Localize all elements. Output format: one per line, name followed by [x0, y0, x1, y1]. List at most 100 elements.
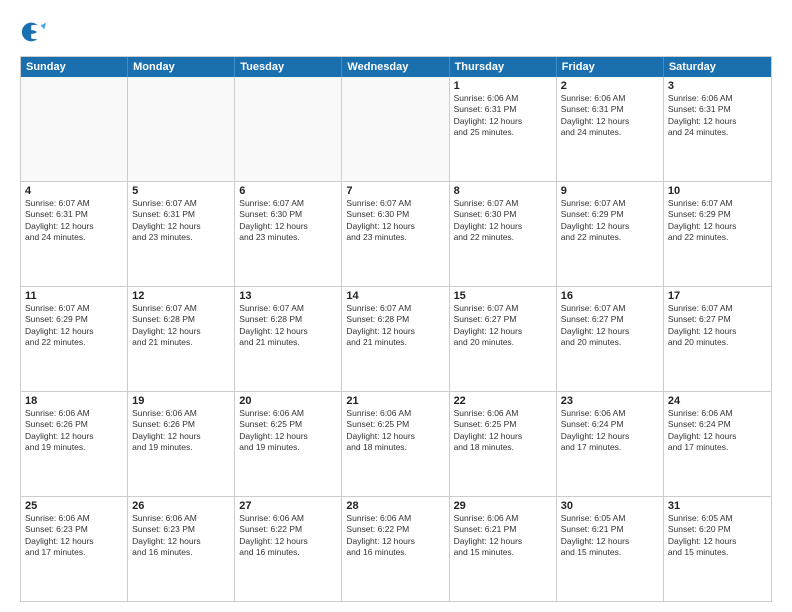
day-info: Sunrise: 6:07 AM Sunset: 6:30 PM Dayligh… — [239, 198, 337, 244]
calendar-row-4: 18Sunrise: 6:06 AM Sunset: 6:26 PM Dayli… — [21, 391, 771, 496]
day-number: 22 — [454, 395, 552, 407]
day-number: 10 — [668, 185, 767, 197]
day-number: 25 — [25, 500, 123, 512]
day-info: Sunrise: 6:06 AM Sunset: 6:25 PM Dayligh… — [454, 408, 552, 454]
calendar-cell-16: 16Sunrise: 6:07 AM Sunset: 6:27 PM Dayli… — [557, 287, 664, 391]
day-info: Sunrise: 6:06 AM Sunset: 6:25 PM Dayligh… — [346, 408, 444, 454]
calendar-cell-3: 3Sunrise: 6:06 AM Sunset: 6:31 PM Daylig… — [664, 77, 771, 181]
day-info: Sunrise: 6:07 AM Sunset: 6:30 PM Dayligh… — [346, 198, 444, 244]
day-info: Sunrise: 6:07 AM Sunset: 6:29 PM Dayligh… — [25, 303, 123, 349]
calendar-cell-30: 30Sunrise: 6:05 AM Sunset: 6:21 PM Dayli… — [557, 497, 664, 601]
calendar-cell-6: 6Sunrise: 6:07 AM Sunset: 6:30 PM Daylig… — [235, 182, 342, 286]
day-info: Sunrise: 6:06 AM Sunset: 6:23 PM Dayligh… — [132, 513, 230, 559]
weekday-header-saturday: Saturday — [664, 57, 771, 77]
page-header — [20, 18, 772, 46]
weekday-header-monday: Monday — [128, 57, 235, 77]
day-info: Sunrise: 6:07 AM Sunset: 6:31 PM Dayligh… — [132, 198, 230, 244]
day-number: 14 — [346, 290, 444, 302]
calendar-cell-14: 14Sunrise: 6:07 AM Sunset: 6:28 PM Dayli… — [342, 287, 449, 391]
calendar-cell-5: 5Sunrise: 6:07 AM Sunset: 6:31 PM Daylig… — [128, 182, 235, 286]
day-info: Sunrise: 6:05 AM Sunset: 6:20 PM Dayligh… — [668, 513, 767, 559]
day-number: 17 — [668, 290, 767, 302]
calendar-cell-1: 1Sunrise: 6:06 AM Sunset: 6:31 PM Daylig… — [450, 77, 557, 181]
day-number: 27 — [239, 500, 337, 512]
calendar-cell-23: 23Sunrise: 6:06 AM Sunset: 6:24 PM Dayli… — [557, 392, 664, 496]
calendar-cell-26: 26Sunrise: 6:06 AM Sunset: 6:23 PM Dayli… — [128, 497, 235, 601]
day-info: Sunrise: 6:06 AM Sunset: 6:23 PM Dayligh… — [25, 513, 123, 559]
calendar-cell-29: 29Sunrise: 6:06 AM Sunset: 6:21 PM Dayli… — [450, 497, 557, 601]
day-number: 15 — [454, 290, 552, 302]
day-info: Sunrise: 6:06 AM Sunset: 6:26 PM Dayligh… — [132, 408, 230, 454]
calendar-cell-15: 15Sunrise: 6:07 AM Sunset: 6:27 PM Dayli… — [450, 287, 557, 391]
day-number: 21 — [346, 395, 444, 407]
day-info: Sunrise: 6:07 AM Sunset: 6:28 PM Dayligh… — [132, 303, 230, 349]
day-info: Sunrise: 6:07 AM Sunset: 6:27 PM Dayligh… — [454, 303, 552, 349]
weekday-header-thursday: Thursday — [450, 57, 557, 77]
day-info: Sunrise: 6:06 AM Sunset: 6:31 PM Dayligh… — [668, 93, 767, 139]
day-number: 28 — [346, 500, 444, 512]
calendar-cell-22: 22Sunrise: 6:06 AM Sunset: 6:25 PM Dayli… — [450, 392, 557, 496]
day-number: 9 — [561, 185, 659, 197]
day-info: Sunrise: 6:06 AM Sunset: 6:22 PM Dayligh… — [239, 513, 337, 559]
day-number: 24 — [668, 395, 767, 407]
calendar-cell-20: 20Sunrise: 6:06 AM Sunset: 6:25 PM Dayli… — [235, 392, 342, 496]
day-number: 30 — [561, 500, 659, 512]
day-info: Sunrise: 6:06 AM Sunset: 6:25 PM Dayligh… — [239, 408, 337, 454]
day-info: Sunrise: 6:06 AM Sunset: 6:24 PM Dayligh… — [561, 408, 659, 454]
day-number: 29 — [454, 500, 552, 512]
calendar-cell-28: 28Sunrise: 6:06 AM Sunset: 6:22 PM Dayli… — [342, 497, 449, 601]
logo-icon — [20, 18, 48, 46]
calendar-cell-27: 27Sunrise: 6:06 AM Sunset: 6:22 PM Dayli… — [235, 497, 342, 601]
day-number: 8 — [454, 185, 552, 197]
day-info: Sunrise: 6:06 AM Sunset: 6:31 PM Dayligh… — [454, 93, 552, 139]
calendar-cell-25: 25Sunrise: 6:06 AM Sunset: 6:23 PM Dayli… — [21, 497, 128, 601]
day-number: 6 — [239, 185, 337, 197]
calendar-cell-31: 31Sunrise: 6:05 AM Sunset: 6:20 PM Dayli… — [664, 497, 771, 601]
calendar-body: 1Sunrise: 6:06 AM Sunset: 6:31 PM Daylig… — [21, 77, 771, 601]
day-number: 3 — [668, 80, 767, 92]
calendar-row-5: 25Sunrise: 6:06 AM Sunset: 6:23 PM Dayli… — [21, 496, 771, 601]
day-info: Sunrise: 6:07 AM Sunset: 6:30 PM Dayligh… — [454, 198, 552, 244]
day-info: Sunrise: 6:06 AM Sunset: 6:26 PM Dayligh… — [25, 408, 123, 454]
day-number: 23 — [561, 395, 659, 407]
calendar-cell-empty — [128, 77, 235, 181]
day-number: 31 — [668, 500, 767, 512]
day-info: Sunrise: 6:06 AM Sunset: 6:22 PM Dayligh… — [346, 513, 444, 559]
day-number: 1 — [454, 80, 552, 92]
day-number: 20 — [239, 395, 337, 407]
calendar-cell-18: 18Sunrise: 6:06 AM Sunset: 6:26 PM Dayli… — [21, 392, 128, 496]
day-number: 19 — [132, 395, 230, 407]
day-info: Sunrise: 6:07 AM Sunset: 6:28 PM Dayligh… — [239, 303, 337, 349]
calendar-cell-empty — [21, 77, 128, 181]
day-info: Sunrise: 6:07 AM Sunset: 6:31 PM Dayligh… — [25, 198, 123, 244]
day-number: 4 — [25, 185, 123, 197]
weekday-header-friday: Friday — [557, 57, 664, 77]
day-number: 13 — [239, 290, 337, 302]
day-info: Sunrise: 6:06 AM Sunset: 6:31 PM Dayligh… — [561, 93, 659, 139]
day-info: Sunrise: 6:05 AM Sunset: 6:21 PM Dayligh… — [561, 513, 659, 559]
day-number: 12 — [132, 290, 230, 302]
logo — [20, 18, 54, 46]
day-number: 5 — [132, 185, 230, 197]
calendar-cell-9: 9Sunrise: 6:07 AM Sunset: 6:29 PM Daylig… — [557, 182, 664, 286]
calendar-cell-21: 21Sunrise: 6:06 AM Sunset: 6:25 PM Dayli… — [342, 392, 449, 496]
calendar-row-1: 1Sunrise: 6:06 AM Sunset: 6:31 PM Daylig… — [21, 77, 771, 181]
calendar-cell-empty — [342, 77, 449, 181]
weekday-header-sunday: Sunday — [21, 57, 128, 77]
day-info: Sunrise: 6:07 AM Sunset: 6:27 PM Dayligh… — [668, 303, 767, 349]
calendar-cell-10: 10Sunrise: 6:07 AM Sunset: 6:29 PM Dayli… — [664, 182, 771, 286]
calendar-cell-4: 4Sunrise: 6:07 AM Sunset: 6:31 PM Daylig… — [21, 182, 128, 286]
calendar-cell-12: 12Sunrise: 6:07 AM Sunset: 6:28 PM Dayli… — [128, 287, 235, 391]
day-number: 26 — [132, 500, 230, 512]
weekday-header-tuesday: Tuesday — [235, 57, 342, 77]
day-info: Sunrise: 6:07 AM Sunset: 6:28 PM Dayligh… — [346, 303, 444, 349]
day-info: Sunrise: 6:07 AM Sunset: 6:29 PM Dayligh… — [561, 198, 659, 244]
calendar-row-3: 11Sunrise: 6:07 AM Sunset: 6:29 PM Dayli… — [21, 286, 771, 391]
day-info: Sunrise: 6:07 AM Sunset: 6:27 PM Dayligh… — [561, 303, 659, 349]
day-number: 7 — [346, 185, 444, 197]
day-number: 18 — [25, 395, 123, 407]
calendar-cell-13: 13Sunrise: 6:07 AM Sunset: 6:28 PM Dayli… — [235, 287, 342, 391]
calendar-header: SundayMondayTuesdayWednesdayThursdayFrid… — [21, 57, 771, 77]
day-info: Sunrise: 6:07 AM Sunset: 6:29 PM Dayligh… — [668, 198, 767, 244]
calendar-cell-11: 11Sunrise: 6:07 AM Sunset: 6:29 PM Dayli… — [21, 287, 128, 391]
